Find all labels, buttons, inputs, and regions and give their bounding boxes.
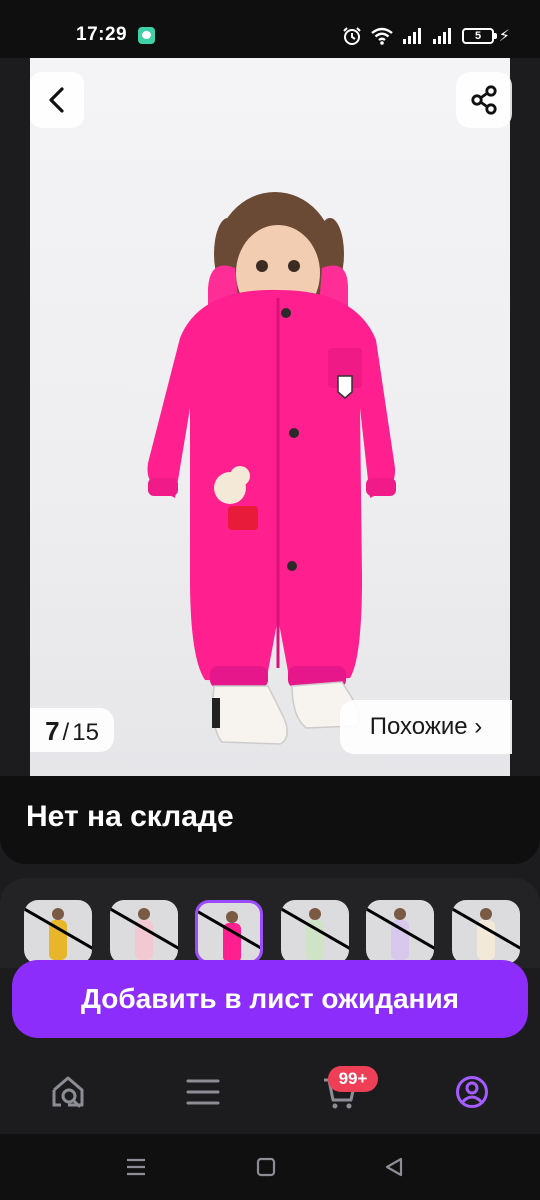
back-nav-icon[interactable] [383, 1156, 405, 1178]
signal-icon-1 [403, 28, 421, 44]
back-button[interactable] [30, 72, 84, 128]
tab-search[interactable] [48, 1072, 88, 1112]
similar-button-label: Похожие › [369, 713, 483, 740]
stock-status: Нет на складе [26, 800, 234, 833]
variants-strip [0, 878, 540, 968]
photo-counter-total: 15 [72, 719, 99, 746]
status-time: 17:29 [76, 24, 128, 45]
menu-icon [186, 1079, 220, 1105]
status-icons: 5 [342, 26, 497, 46]
cart-badge: 99+ [328, 1066, 378, 1092]
photo-counter: 7 / 15 [30, 708, 114, 752]
home-icon[interactable] [255, 1156, 277, 1178]
variant-thumbnail[interactable] [281, 900, 349, 964]
photo-counter-separator: / [62, 719, 70, 746]
add-to-waitlist-label: Добавить в лист ожидания [80, 983, 460, 1014]
home-search-icon [52, 1076, 84, 1108]
variant-thumbnail[interactable] [452, 900, 520, 964]
chevron-left-icon [49, 87, 64, 113]
variant-thumbnail-selected[interactable] [195, 900, 263, 964]
recents-icon[interactable] [124, 1156, 148, 1178]
share-icon [471, 85, 497, 115]
status-bar: 17:29 5 ⚡ [0, 0, 540, 58]
variant-thumbnail[interactable] [110, 900, 178, 964]
signal-icon-2 [433, 28, 451, 44]
system-nav-bar [0, 1134, 540, 1200]
variant-thumbnail[interactable] [366, 900, 434, 964]
wifi-icon [371, 27, 393, 45]
add-to-waitlist-button[interactable]: Добавить в лист ожидания [12, 960, 528, 1038]
tab-profile[interactable] [452, 1072, 492, 1112]
charging-icon: ⚡ [498, 28, 510, 45]
tab-catalog[interactable] [183, 1072, 223, 1112]
stock-panel: Нет на складе [0, 776, 540, 864]
variant-thumbnail[interactable] [24, 900, 92, 964]
bottom-tab-bar: 99+ [0, 1050, 540, 1134]
product-photo[interactable] [30, 58, 510, 776]
product-image [147, 192, 396, 745]
share-button[interactable] [456, 72, 512, 128]
product-screen: 17:29 5 ⚡ 7 / 15 Похожие › Нет на складе… [0, 0, 540, 1200]
similar-button[interactable]: Похожие › [340, 700, 512, 754]
photo-counter-current: 7 [45, 716, 60, 746]
battery-icon: 5 [462, 28, 497, 44]
message-app-icon [138, 27, 155, 44]
profile-icon [456, 1076, 488, 1108]
alarm-icon [343, 27, 361, 45]
